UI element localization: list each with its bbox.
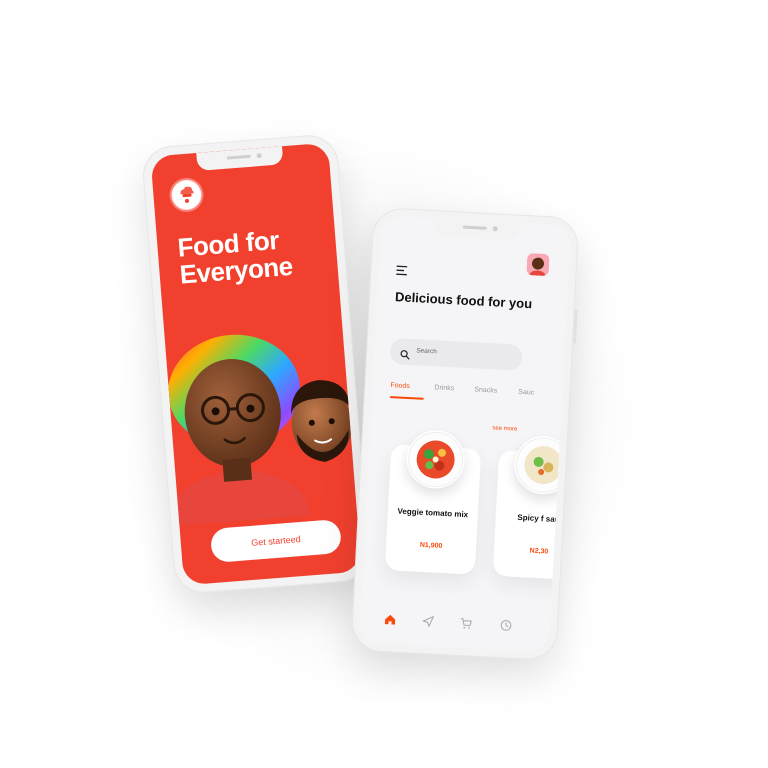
- history-icon[interactable]: [500, 618, 513, 631]
- tab-drinks[interactable]: Drinks: [434, 384, 454, 392]
- speaker-grille: [462, 225, 487, 230]
- get-started-button[interactable]: Get starteed: [209, 518, 343, 564]
- food-card[interactable]: Spicy f sauc N2,30: [492, 434, 572, 581]
- front-camera: [492, 226, 498, 232]
- food-name: Spicy f sauc: [517, 512, 565, 525]
- see-more-link[interactable]: see more: [492, 425, 517, 432]
- search-placeholder: Search: [416, 347, 438, 356]
- food-price: N1,900: [419, 541, 443, 550]
- phone-notch: [196, 146, 284, 171]
- home-phone: Delicious food for you Search Foods Drin…: [350, 206, 580, 662]
- hamburger-menu-icon[interactable]: [395, 262, 409, 276]
- profile-avatar[interactable]: [526, 253, 550, 277]
- home-icon[interactable]: [384, 612, 397, 625]
- category-tabs: Foods Drinks Snacks Sauc: [389, 382, 571, 412]
- tab-foods[interactable]: Foods: [390, 382, 410, 390]
- search-input[interactable]: Search: [389, 337, 523, 371]
- onboarding-screen: Food for Everyone Get starteed: [150, 142, 362, 586]
- food-name: Veggie tomato mix: [397, 506, 469, 520]
- search-icon: [400, 347, 411, 360]
- food-price: N2,30: [529, 547, 549, 556]
- cart-icon[interactable]: [460, 616, 473, 629]
- food-plate-image: [512, 434, 572, 496]
- home-screen: Delicious food for you Search Foods Drin…: [358, 215, 572, 653]
- food-card[interactable]: Veggie tomato mix N1,900: [384, 429, 482, 575]
- active-tab-indicator: [389, 396, 424, 400]
- speaker-grille: [226, 154, 251, 160]
- characters-illustration: [164, 312, 359, 562]
- phone-notch: [432, 218, 520, 241]
- send-icon[interactable]: [422, 614, 435, 627]
- onboarding-headline: Food for Everyone: [176, 224, 294, 290]
- tab-sauce[interactable]: Sauc: [518, 389, 534, 397]
- front-camera: [256, 152, 262, 159]
- bottom-navigation: [360, 611, 551, 637]
- food-plate-image: [405, 429, 467, 490]
- onboarding-phone: Food for Everyone Get starteed: [140, 133, 372, 595]
- tab-snacks[interactable]: Snacks: [474, 386, 497, 394]
- chef-hat-icon: [170, 178, 203, 212]
- page-title: Delicious food for you: [394, 289, 533, 312]
